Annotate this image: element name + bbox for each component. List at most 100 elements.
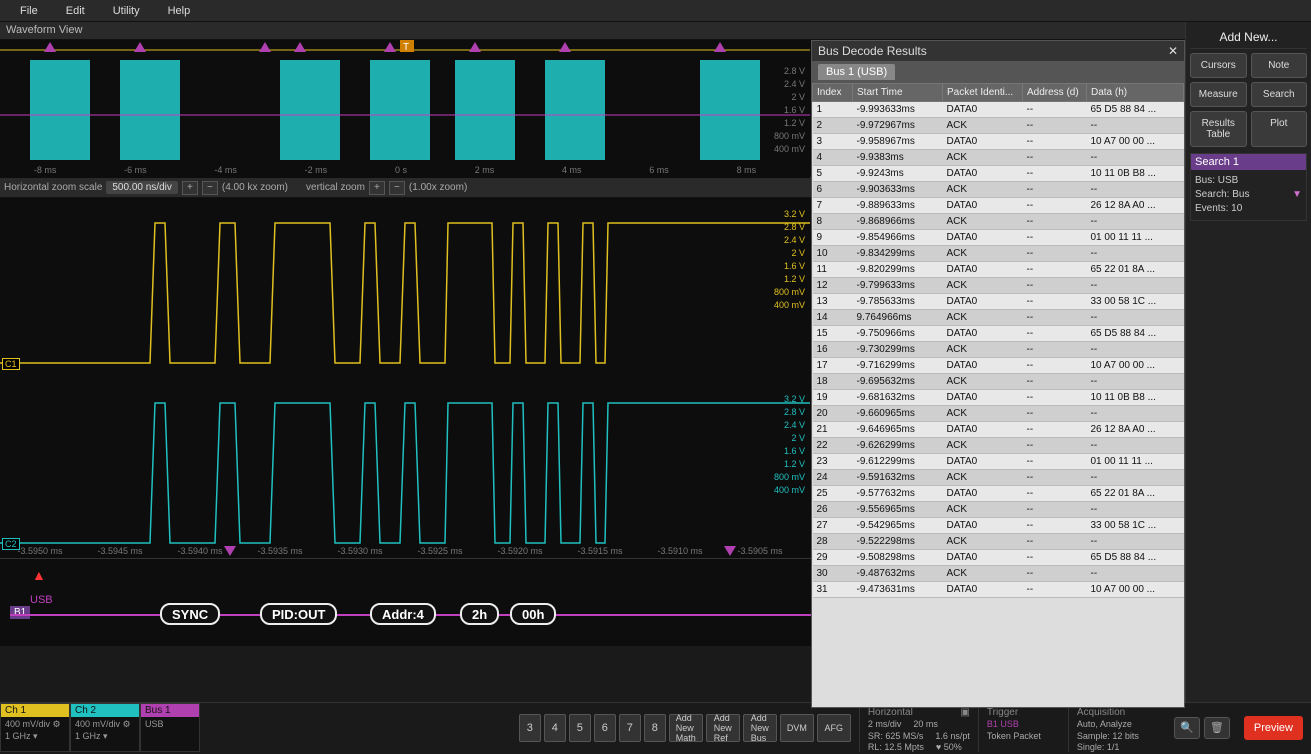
ch1-indicator[interactable]: C1: [2, 358, 20, 370]
add-ch7-button[interactable]: 7: [619, 714, 641, 742]
search-result-panel[interactable]: Search 1 Bus: USB Search: Bus ▼ Events: …: [1190, 153, 1307, 221]
zoom-timescale: -3.5950 ms-3.5945 ms-3.5940 ms -3.5935 m…: [0, 546, 800, 556]
svg-text:T: T: [403, 42, 409, 53]
dvm-button[interactable]: DVM: [780, 714, 814, 742]
acquisition-info[interactable]: Acquisition Auto, Analyze Sample: 12 bit…: [1068, 703, 1168, 752]
add-ch5-button[interactable]: 5: [569, 714, 591, 742]
measure-button[interactable]: Measure: [1190, 82, 1247, 107]
packet-crc[interactable]: 00h: [510, 603, 556, 625]
add-bus-button[interactable]: Add New Bus: [743, 714, 777, 742]
vzoom-label: vertical zoom: [306, 182, 365, 193]
preview-button[interactable]: Preview: [1244, 716, 1303, 740]
table-row[interactable]: 1-9.993633msDATA0--65 D5 88 84 ...: [813, 102, 1184, 118]
packet-sync[interactable]: SYNC: [160, 603, 220, 625]
menu-help[interactable]: Help: [154, 2, 205, 20]
hzoom-minus[interactable]: −: [202, 181, 218, 195]
add-ref-button[interactable]: Add New Ref: [706, 714, 740, 742]
decode-panel-title: Bus Decode Results: [818, 44, 927, 58]
table-row[interactable]: 16-9.730299msACK----: [813, 342, 1184, 358]
add-new-header: Add New...: [1190, 26, 1307, 49]
hzoom-label: Horizontal zoom scale: [4, 182, 102, 193]
decode-panel-close-icon[interactable]: ✕: [1168, 44, 1178, 58]
add-ch8-button[interactable]: 8: [644, 714, 666, 742]
menu-utility[interactable]: Utility: [99, 2, 154, 20]
vzoom-factor: (1.00x zoom): [409, 182, 467, 193]
table-row[interactable]: 25-9.577632msDATA0--65 22 01 8A ...: [813, 486, 1184, 502]
bus1-badge[interactable]: Bus 1 USB: [140, 703, 200, 752]
table-row[interactable]: 28-9.522298msACK----: [813, 534, 1184, 550]
table-row[interactable]: 7-9.889633msDATA0--26 12 8A A0 ...: [813, 198, 1184, 214]
search-bus: Bus: USB: [1195, 174, 1302, 188]
table-row[interactable]: 24-9.591632msACK----: [813, 470, 1184, 486]
zoom-tool-icon[interactable]: 🔍: [1174, 717, 1200, 739]
table-row[interactable]: 15-9.750966msDATA0--65 D5 88 84 ...: [813, 326, 1184, 342]
table-row[interactable]: 9-9.854966msDATA0--01 00 11 11 ...: [813, 230, 1184, 246]
table-row[interactable]: 8-9.868966msACK----: [813, 214, 1184, 230]
table-row[interactable]: 13-9.785633msDATA0--33 00 58 1C ...: [813, 294, 1184, 310]
table-row[interactable]: 18-9.695632msACK----: [813, 374, 1184, 390]
table-row[interactable]: 26-9.556965msACK----: [813, 502, 1184, 518]
ch1-badge[interactable]: Ch 1 400 mV/div ⚙1 GHz ▾: [0, 703, 70, 752]
search-marker-icon: ▼: [1292, 188, 1302, 202]
table-row[interactable]: 4-9.9383msACK----: [813, 150, 1184, 166]
table-row[interactable]: 23-9.612299msDATA0--01 00 11 11 ...: [813, 454, 1184, 470]
table-row[interactable]: 10-9.834299msACK----: [813, 246, 1184, 262]
table-row[interactable]: 29-9.508298msDATA0--65 D5 88 84 ...: [813, 550, 1184, 566]
hzoom-factor: (4.00 kx zoom): [222, 182, 288, 193]
table-row[interactable]: 31-9.473631msDATA0--10 A7 00 00 ...: [813, 582, 1184, 598]
bus-label: USB: [30, 594, 53, 606]
delete-icon[interactable]: 🗑: [1204, 717, 1230, 739]
plot-button[interactable]: Plot: [1251, 111, 1308, 147]
table-row[interactable]: 27-9.542965msDATA0--33 00 58 1C ...: [813, 518, 1184, 534]
bus-decode-results-panel: Bus Decode Results ✕ Bus 1 (USB) Index S…: [811, 40, 1185, 708]
afg-button[interactable]: AFG: [817, 714, 851, 742]
table-row[interactable]: 17-9.716299msDATA0--10 A7 00 00 ...: [813, 358, 1184, 374]
table-row[interactable]: 5-9.9243msDATA0--10 11 0B B8 ...: [813, 166, 1184, 182]
ch2-badge[interactable]: Ch 2 400 mV/div ⚙1 GHz ▾: [70, 703, 140, 752]
table-row[interactable]: 11-9.820299msDATA0--65 22 01 8A ...: [813, 262, 1184, 278]
search-title: Search 1: [1191, 154, 1306, 170]
search-line: Search: Bus: [1195, 188, 1249, 202]
packet-endpoint[interactable]: 2h: [460, 603, 499, 625]
table-row[interactable]: 6-9.903633msACK----: [813, 182, 1184, 198]
menu-edit[interactable]: Edit: [52, 2, 99, 20]
packet-addr[interactable]: Addr:4: [370, 603, 436, 625]
results-table-button[interactable]: Results Table: [1190, 111, 1247, 147]
top-menu: File Edit Utility Help: [0, 0, 1311, 22]
vzoom-minus[interactable]: −: [389, 181, 405, 195]
table-row[interactable]: 30-9.487632msACK----: [813, 566, 1184, 582]
zoom-ch1-labels: 3.2 V2.8 V2.4 V2 V 1.6 V1.2 V800 mV400 m…: [774, 208, 805, 312]
table-row[interactable]: 20-9.660965msACK----: [813, 406, 1184, 422]
right-sidebar: Add New... Cursors Note Measure Search R…: [1185, 22, 1311, 702]
decode-results-table[interactable]: Index Start Time Packet Identi... Addres…: [812, 83, 1184, 598]
waveform-view-title: Waveform View: [0, 22, 1185, 40]
cursors-button[interactable]: Cursors: [1190, 53, 1247, 78]
bus-b1-badge[interactable]: B1: [10, 606, 30, 619]
add-ch4-button[interactable]: 4: [544, 714, 566, 742]
hzoom-scale[interactable]: 500.00 ns/div: [106, 181, 178, 194]
table-row[interactable]: 22-9.626299msACK----: [813, 438, 1184, 454]
note-button[interactable]: Note: [1251, 53, 1308, 78]
horizontal-info[interactable]: Horizontal▣ 2 ms/div20 ms SR: 625 MS/s1.…: [859, 703, 978, 752]
table-row[interactable]: 3-9.958967msDATA0--10 A7 00 00 ...: [813, 134, 1184, 150]
add-ch6-button[interactable]: 6: [594, 714, 616, 742]
zoom-ch2-labels: 3.2 V2.8 V2.4 V2 V 1.6 V1.2 V800 mV400 m…: [774, 393, 805, 497]
search-events: Events: 10: [1195, 202, 1302, 216]
search-button[interactable]: Search: [1251, 82, 1308, 107]
add-math-button[interactable]: Add New Math: [669, 714, 703, 742]
trigger-info[interactable]: Trigger B1 USB Token Packet: [978, 703, 1068, 752]
vzoom-plus[interactable]: +: [369, 181, 385, 195]
bottom-bar: Ch 1 400 mV/div ⚙1 GHz ▾ Ch 2 400 mV/div…: [0, 702, 1311, 752]
table-row[interactable]: 12-9.799633msACK----: [813, 278, 1184, 294]
add-ch3-button[interactable]: 3: [519, 714, 541, 742]
trigger-mark-icon: ▲: [32, 567, 46, 583]
table-row[interactable]: 19-9.681632msDATA0--10 11 0B B8 ...: [813, 390, 1184, 406]
menu-file[interactable]: File: [6, 2, 52, 20]
hzoom-plus[interactable]: +: [182, 181, 198, 195]
table-row[interactable]: 2-9.972967msACK----: [813, 118, 1184, 134]
packet-pid[interactable]: PID:OUT: [260, 603, 337, 625]
decode-panel-tab[interactable]: Bus 1 (USB): [818, 64, 895, 80]
table-row[interactable]: 21-9.646965msDATA0--26 12 8A A0 ...: [813, 422, 1184, 438]
table-row[interactable]: 149.764966msACK----: [813, 310, 1184, 326]
overview-timescale: -8 ms-6 ms-4 ms -2 ms0 s2 ms 4 ms6 ms8 m…: [0, 165, 790, 175]
